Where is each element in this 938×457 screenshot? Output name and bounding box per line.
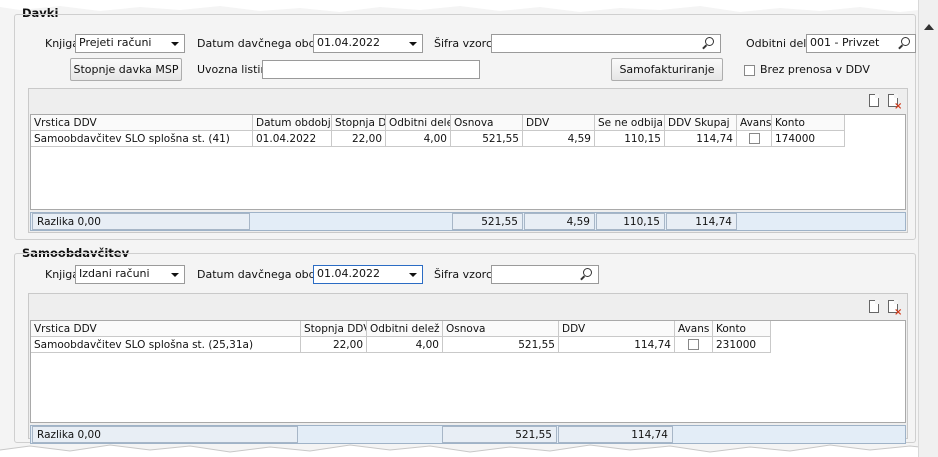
davki-datum-value: 01.04.2022 — [317, 36, 380, 49]
chevron-down-icon[interactable] — [171, 273, 179, 277]
cell-osnova[interactable]: 521,55 — [443, 337, 559, 353]
column-header[interactable]: DDV — [523, 115, 595, 131]
vertical-scrollbar[interactable] — [918, 0, 938, 457]
davki-knjiga-value: Prejeti računi — [79, 36, 152, 49]
column-header[interactable]: DDV Skupaj — [665, 115, 737, 131]
column-header[interactable]: Avans — [675, 321, 713, 337]
samo-table-header: Vrstica DDV Stopnja DDV Odbitni delež Os… — [31, 321, 771, 337]
chevron-down-icon[interactable] — [409, 273, 417, 277]
column-header[interactable]: Vrstica DDV — [31, 321, 301, 337]
column-header[interactable]: Datum obdobja — [253, 115, 332, 131]
samo-datum-select[interactable]: 01.04.2022 — [313, 265, 423, 284]
cell-vrstica[interactable]: Samoobdavčitev SLO splošna st. (25,31a) — [31, 337, 301, 353]
column-header[interactable]: DDV — [559, 321, 675, 337]
davki-odbitni-input[interactable]: 001 - Privzet — [806, 34, 916, 53]
samo-table: Vrstica DDV Stopnja DDV Odbitni delež Os… — [30, 320, 906, 423]
scroll-up-arrow-icon[interactable] — [924, 24, 934, 30]
davki-knjiga-select[interactable]: Prejeti računi — [75, 34, 185, 53]
davki-total-ddv-skupaj: 114,74 — [666, 213, 737, 230]
cell-avans[interactable] — [675, 337, 713, 353]
new-document-icon[interactable] — [869, 300, 879, 313]
davki-sifra-input[interactable] — [491, 34, 721, 53]
delete-x-icon: × — [894, 307, 903, 318]
search-icon[interactable] — [901, 37, 910, 46]
brez-prenosa-label: Brez prenosa v DDV — [760, 63, 870, 76]
brez-prenosa-checkbox[interactable] — [744, 65, 755, 76]
cell-stopnja[interactable]: 22,00 — [332, 131, 386, 147]
samo-knjiga-label: Knjiga — [45, 268, 80, 281]
cell-konto[interactable]: 231000 — [713, 337, 771, 353]
column-header[interactable]: Osnova — [451, 115, 523, 131]
davki-knjiga-label: Knjiga — [45, 37, 80, 50]
davki-total-osnova: 521,55 — [452, 213, 523, 230]
chevron-down-icon[interactable] — [409, 42, 417, 46]
table-row[interactable]: Samoobdavčitev SLO splošna st. (41) 01.0… — [31, 131, 845, 147]
torn-edge-top — [0, 0, 938, 12]
cell-odbitni[interactable]: 4,00 — [386, 131, 451, 147]
cell-avans[interactable] — [737, 131, 772, 147]
cell-odbitni[interactable]: 4,00 — [367, 337, 443, 353]
cell-datum[interactable]: 01.04.2022 — [253, 131, 332, 147]
chevron-down-icon[interactable] — [171, 42, 179, 46]
column-header[interactable]: Avans — [737, 115, 772, 131]
search-icon[interactable] — [583, 268, 592, 277]
column-header[interactable]: Stopnja DDV — [301, 321, 367, 337]
column-header[interactable]: Odbitni delež — [367, 321, 443, 337]
davki-table: Vrstica DDV Datum obdobja Stopnja DDV Od… — [30, 114, 906, 210]
samo-knjiga-select[interactable]: Izdani računi — [75, 265, 185, 284]
samo-sifra-label: Šifra vzorca — [434, 268, 499, 281]
davki-uvozna-input[interactable] — [262, 60, 480, 79]
avans-checkbox[interactable] — [748, 133, 760, 144]
column-header[interactable]: Konto — [713, 321, 771, 337]
cell-se-ne-odbija[interactable]: 110,15 — [595, 131, 665, 147]
table-row[interactable]: Samoobdavčitev SLO splošna st. (25,31a) … — [31, 337, 771, 353]
cell-konto[interactable]: 174000 — [772, 131, 845, 147]
davki-total-se-ne-odbija: 110,15 — [596, 213, 665, 230]
column-header[interactable]: Se ne odbija — [595, 115, 665, 131]
avans-checkbox[interactable] — [688, 339, 699, 350]
delete-x-icon: × — [894, 101, 903, 112]
stopnje-davka-button[interactable]: Stopnje davka MSP — [70, 58, 182, 81]
column-header[interactable]: Konto — [772, 115, 845, 131]
cell-osnova[interactable]: 521,55 — [451, 131, 523, 147]
davki-razlika-box: Razlika 0,00 — [32, 213, 250, 230]
cell-ddv[interactable]: 114,74 — [559, 337, 675, 353]
column-header[interactable]: Osnova — [443, 321, 559, 337]
davki-datum-select[interactable]: 01.04.2022 — [313, 34, 423, 53]
new-document-icon[interactable] — [869, 94, 879, 107]
samofakturiranje-button[interactable]: Samofakturiranje — [611, 58, 723, 81]
column-header[interactable]: Vrstica DDV — [31, 115, 253, 131]
davki-total-ddv: 4,59 — [524, 213, 595, 230]
davki-table-header: Vrstica DDV Datum obdobja Stopnja DDV Od… — [31, 115, 845, 131]
cell-ddv[interactable]: 4,59 — [523, 131, 595, 147]
torn-edge-bottom — [0, 444, 938, 457]
search-icon[interactable] — [705, 37, 714, 46]
column-header[interactable]: Odbitni delež — [386, 115, 451, 131]
cell-ddv-skupaj[interactable]: 114,74 — [665, 131, 737, 147]
cell-vrstica[interactable]: Samoobdavčitev SLO splošna st. (41) — [31, 131, 253, 147]
column-header[interactable]: Stopnja DDV — [332, 115, 386, 131]
cell-stopnja[interactable]: 22,00 — [301, 337, 367, 353]
davki-sifra-label: Šifra vzorca — [434, 37, 499, 50]
